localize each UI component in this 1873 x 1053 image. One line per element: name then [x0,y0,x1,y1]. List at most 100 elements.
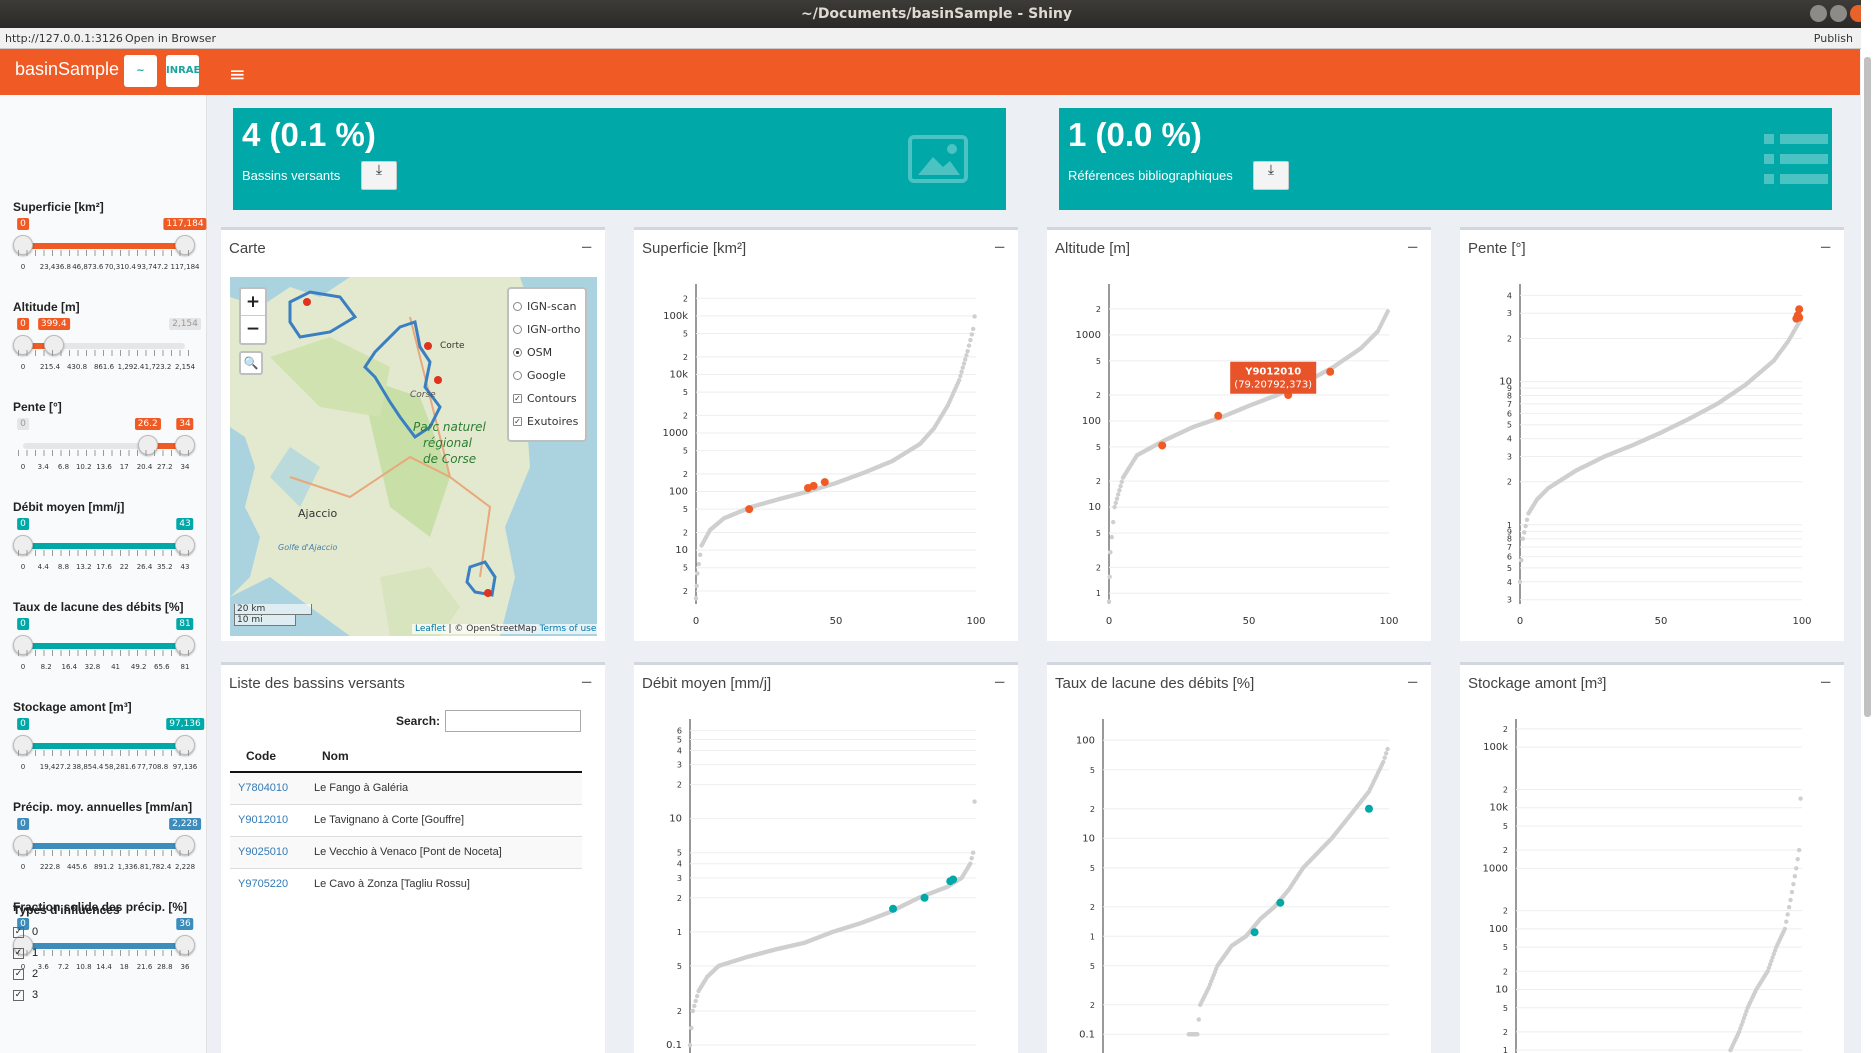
slider-track[interactable]: 26.2 34 0 [17,418,195,455]
y-tick-label: 1 [677,928,682,937]
selected-basin-point[interactable] [1214,411,1223,420]
slider-track[interactable]: 0 399.4 2,154 [13,318,201,355]
scrollbar-thumb[interactable] [1864,57,1871,717]
y-tick-label: 0.1 [666,1040,682,1051]
data-point [958,373,963,379]
slider-track[interactable]: 0 97,136 [13,718,204,755]
leaflet-link[interactable]: Leaflet [415,624,446,634]
selected-basin-point[interactable] [1250,928,1259,937]
collapse-icon[interactable]: − [993,238,1006,256]
page-scrollbar[interactable] [1861,0,1873,1053]
selected-basin-point[interactable] [820,478,829,487]
y-tick-label: 2 [683,294,688,303]
table-row[interactable]: Y9705220 Le Cavo à Zonza [Tagliu Rossu] [230,867,582,900]
selected-basin-point[interactable] [1364,804,1373,813]
selected-basin-point[interactable] [889,904,898,913]
influence-option: 3 [32,989,39,1001]
influence-checkbox[interactable]: ✓ 1 [13,947,120,959]
checkbox-checked-icon[interactable]: ✓ [13,926,24,938]
selected-basin-point[interactable] [1795,305,1804,314]
selected-basin-point[interactable] [1158,441,1167,450]
terms-link[interactable]: Terms of use [540,624,597,634]
overlay-label: Contours [527,392,577,405]
chart-plot: 0.1 2 5 1 2 5 10 2 5 100 [1076,719,1390,1053]
radio-icon[interactable] [513,302,522,311]
selected-basin-point[interactable] [809,481,818,490]
slider-tick-label: 215.4 [39,363,61,371]
table-row[interactable]: Y7804010 Le Fango à Galéria [230,771,582,804]
open-in-browser-button[interactable]: Open in Browser [125,32,216,45]
checkbox-checked-icon[interactable]: ✓ [513,394,522,403]
influence-checkbox[interactable]: ✓ 0 [13,926,120,938]
publish-button[interactable]: Publish [1814,32,1853,45]
collapse-icon[interactable]: − [1819,673,1832,691]
slider-track[interactable]: 0 81 [13,618,195,655]
slider-value: 0 [17,218,29,230]
zoom-in-button[interactable]: + [241,289,265,316]
layer-radio[interactable]: Google [513,364,581,387]
slider-tick-label: 16.4 [61,663,78,671]
data-point [693,998,698,1004]
basin-code-link[interactable]: Y9012010 [230,803,306,836]
minimize-icon[interactable] [1810,5,1827,22]
map-search-icon[interactable]: 🔍 [239,351,263,375]
influence-checkbox[interactable]: ✓ 3 [13,989,120,1001]
y-tick-label: 3 [1507,596,1512,605]
column-header[interactable]: Code [230,740,306,773]
table-row[interactable]: Y9025010 Le Vecchio à Venaco [Pont de Noc… [230,835,582,868]
slider-tick-label: 1,723.2 [144,363,172,371]
selected-basin-point[interactable] [1326,367,1335,376]
sidebar-toggle-icon[interactable]: ≡ [229,62,246,86]
data-point [694,993,700,999]
table-row[interactable]: Y9012010 Le Tavignano à Corte [Gouffre] [230,803,582,836]
checkbox-checked-icon[interactable]: ✓ [13,968,24,980]
slider-track[interactable]: 0 117,184 [13,218,207,255]
download-basins-button[interactable]: ⤓ [361,161,397,190]
influence-checkbox[interactable]: ✓ 2 [13,968,120,980]
collapse-icon[interactable]: − [580,673,593,691]
slider-value: 0 [17,718,29,730]
basin-code-link[interactable]: Y7804010 [230,771,306,804]
data-point [1520,536,1526,541]
selected-basin-point[interactable] [920,893,929,902]
slider-fill [23,743,185,749]
checkbox-checked-icon[interactable]: ✓ [13,989,24,1001]
collapse-icon[interactable]: − [1819,238,1832,256]
collapse-icon[interactable]: − [993,673,1006,691]
slider-tick-label: 13.6 [96,463,112,471]
selected-basin-point[interactable] [745,505,754,514]
chart-box: Taux de lacune des débits [%] − 0.1 2 5 1 2 5 10… [1047,662,1431,1053]
overlay-checkbox[interactable]: ✓ Contours [513,387,581,410]
data-point [964,353,969,358]
layer-radio[interactable]: IGN-ortho [513,318,581,341]
selected-basin-point[interactable] [949,875,958,884]
radio-icon[interactable] [513,325,522,334]
maximize-icon[interactable] [1830,5,1847,22]
collapse-icon[interactable]: − [580,238,593,256]
slider-ticks [18,850,190,856]
basin-code-link[interactable]: Y9025010 [230,835,306,868]
layer-radio[interactable]: IGN-scan [513,295,581,318]
selected-basin-point[interactable] [1276,898,1285,907]
radio-icon[interactable] [513,348,522,357]
influence-option: 1 [32,947,39,959]
radio-icon[interactable] [513,371,522,380]
checkbox-checked-icon[interactable]: ✓ [13,947,24,959]
slider-fill [23,843,185,849]
collapse-icon[interactable]: − [1406,238,1419,256]
table-search-input[interactable] [445,710,581,732]
zoom-out-button[interactable]: − [241,316,265,343]
slider-tick-label: 81 [180,663,190,671]
collapse-icon[interactable]: − [1406,673,1419,691]
column-header[interactable]: Nom [306,740,582,773]
layer-radio[interactable]: OSM [513,341,581,364]
selected-basin-point[interactable] [1795,313,1804,322]
slider-track[interactable]: 0 2,228 [13,818,201,855]
slider-track[interactable]: 0 43 [13,518,195,555]
basin-code-link[interactable]: Y9705220 [230,867,306,900]
overlay-checkbox[interactable]: ✓ Exutoires [513,410,581,433]
slider-label: Débit moyen [mm/j] [13,500,125,514]
checkbox-checked-icon[interactable]: ✓ [513,417,522,426]
data-point [1523,523,1528,529]
download-references-button[interactable]: ⤓ [1253,161,1289,190]
